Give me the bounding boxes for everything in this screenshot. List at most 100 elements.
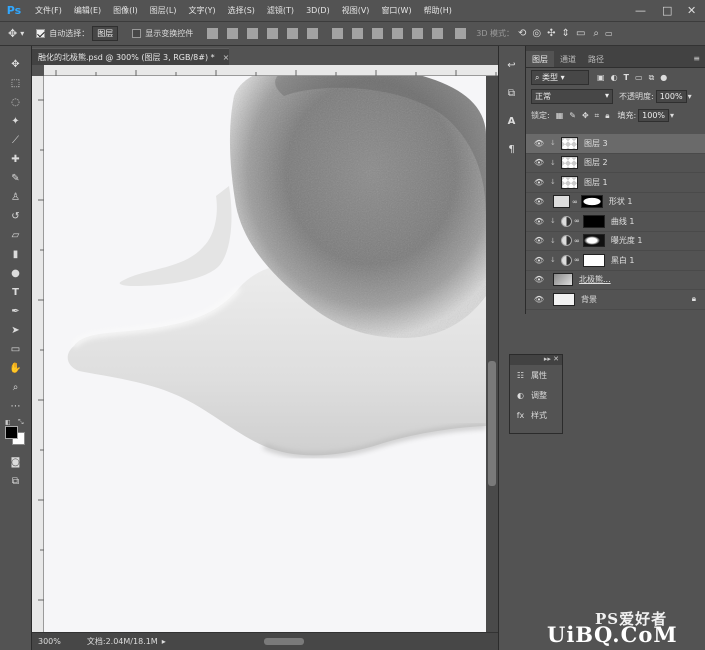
menu-file[interactable]: 文件(F): [29, 5, 68, 16]
lock-image-icon[interactable]: ✎: [569, 111, 576, 120]
visibility-eye-icon[interactable]: 👁︎: [532, 236, 546, 245]
layer-mask-thumbnail[interactable]: [582, 234, 605, 248]
layer-row-layer1[interactable]: 👁︎ ↓ 图层 1: [526, 173, 705, 193]
visibility-eye-icon[interactable]: 👁︎: [532, 158, 546, 167]
search-icon[interactable]: ⌕: [593, 28, 599, 39]
3d-slide-icon[interactable]: ⇕: [562, 28, 570, 39]
blend-mode-dropdown[interactable]: 正常 ▾: [531, 89, 613, 104]
horizontal-scroll-thumb[interactable]: [264, 638, 304, 645]
path-selection-tool-icon[interactable]: ➤: [5, 321, 27, 339]
filter-kind-dropdown[interactable]: ⌕ 类型 ▾: [531, 70, 589, 85]
eraser-tool-icon[interactable]: ▱: [5, 226, 27, 244]
menu-image[interactable]: 图像(I): [107, 5, 144, 16]
actions-panel-icon[interactable]: ⧉: [503, 84, 521, 102]
show-transform-option[interactable]: 显示变换控件: [132, 28, 193, 39]
menu-select[interactable]: 选择(S): [222, 5, 261, 16]
visibility-eye-icon[interactable]: 👁︎: [532, 275, 546, 284]
filter-adjustment-icon[interactable]: ◐: [611, 73, 618, 82]
more-tools-icon[interactable]: ⋯: [5, 397, 27, 415]
3d-roll-icon[interactable]: ◎: [532, 28, 541, 39]
auto-select-option[interactable]: 自动选择： 图层: [36, 26, 119, 41]
3d-pan-icon[interactable]: ✣: [547, 28, 555, 39]
distribute-hcenter-icon[interactable]: [412, 28, 424, 39]
fill-arrow-icon[interactable]: ▾: [670, 111, 674, 120]
3d-scale-icon[interactable]: ▭: [576, 28, 585, 39]
shape-tool-icon[interactable]: ▭: [5, 340, 27, 358]
minimize-button[interactable]: —: [635, 4, 646, 17]
quick-mask-icon[interactable]: ◙: [5, 453, 27, 471]
history-brush-tool-icon[interactable]: ↺: [5, 207, 27, 225]
menu-edit[interactable]: 编辑(E): [68, 5, 107, 16]
filter-shape-icon[interactable]: ▭: [635, 73, 643, 82]
tab-paths[interactable]: 路径: [582, 51, 610, 67]
layer-name[interactable]: 北极熊...: [579, 274, 611, 285]
layer-name[interactable]: 图层 2: [584, 157, 608, 168]
tab-channels[interactable]: 通道: [554, 51, 582, 67]
maximize-button[interactable]: □: [662, 4, 672, 17]
align-vcenter-icon[interactable]: [227, 28, 239, 39]
align-left-icon[interactable]: [267, 28, 279, 39]
layer-name[interactable]: 黑白 1: [611, 255, 635, 266]
close-button[interactable]: ✕: [687, 4, 696, 17]
fill-field[interactable]: 100%: [638, 109, 670, 122]
menu-window[interactable]: 窗口(W): [375, 5, 417, 16]
layer-name[interactable]: 曝光度 1: [611, 235, 643, 246]
lock-all-icon[interactable]: 🔒︎: [605, 111, 609, 121]
zoom-level[interactable]: 300%: [38, 637, 61, 646]
swap-colors-icon[interactable]: ⤡: [18, 418, 24, 427]
align-right-icon[interactable]: [307, 28, 319, 39]
magic-wand-tool-icon[interactable]: ✦: [5, 112, 27, 130]
align-top-icon[interactable]: [207, 28, 219, 39]
document-canvas[interactable]: [44, 76, 486, 632]
distribute-bottom-icon[interactable]: [372, 28, 384, 39]
layer-name[interactable]: 背景: [581, 294, 597, 305]
lock-position-icon[interactable]: ✥: [582, 111, 589, 120]
paragraph-panel-icon[interactable]: ¶: [503, 140, 521, 158]
layer-row-shape1[interactable]: 👁︎ ∞ 形状 1: [526, 193, 705, 212]
lasso-tool-icon[interactable]: ◌: [5, 93, 27, 111]
menu-layer[interactable]: 图层(L): [144, 5, 183, 16]
lock-transparent-icon[interactable]: ▦: [556, 111, 564, 120]
filter-smart-icon[interactable]: ⧉: [649, 73, 655, 83]
vertical-scroll-thumb[interactable]: [488, 361, 496, 486]
layer-row-polarbear[interactable]: 👁︎ 北极熊...: [526, 271, 705, 290]
close-document-icon[interactable]: ×: [223, 53, 230, 62]
move-tool-icon[interactable]: ✥: [8, 27, 17, 40]
menu-type[interactable]: 文字(Y): [182, 5, 221, 16]
character-panel-icon[interactable]: A: [503, 112, 521, 130]
distribute-right-icon[interactable]: [432, 28, 444, 39]
move-tool-icon[interactable]: ✥: [5, 55, 27, 73]
auto-select-checkbox[interactable]: [36, 29, 46, 38]
filter-toggle-icon[interactable]: ●: [660, 73, 667, 82]
visibility-eye-icon[interactable]: 👁︎: [532, 256, 546, 265]
healing-brush-tool-icon[interactable]: ✚: [5, 150, 27, 168]
clone-stamp-tool-icon[interactable]: ♙: [5, 188, 27, 206]
dodge-tool-icon[interactable]: ●: [5, 264, 27, 282]
styles-panel-button[interactable]: fx 样式: [510, 405, 562, 425]
visibility-eye-icon[interactable]: 👁︎: [532, 139, 546, 148]
filter-pixel-icon[interactable]: ▣: [597, 73, 605, 82]
gradient-tool-icon[interactable]: ▮: [5, 245, 27, 263]
zoom-tool-icon[interactable]: ⌕: [5, 378, 27, 396]
show-transform-checkbox[interactable]: [132, 29, 142, 38]
visibility-eye-icon[interactable]: 👁︎: [532, 295, 546, 304]
menu-help[interactable]: 帮助(H): [418, 5, 458, 16]
tab-layers[interactable]: 图层: [526, 51, 554, 67]
layer-row-curves1[interactable]: 👁︎ ↓ ∞ 曲线 1: [526, 212, 705, 232]
distribute-vcenter-icon[interactable]: [352, 28, 364, 39]
vertical-ruler[interactable]: [32, 76, 44, 632]
brush-tool-icon[interactable]: ✎: [5, 169, 27, 187]
link-chain-icon[interactable]: ∞: [574, 237, 580, 245]
layer-row-layer2[interactable]: 👁︎ ↓ 图层 2: [526, 154, 705, 173]
foreground-color-swatch[interactable]: [5, 426, 18, 439]
align-hcenter-icon[interactable]: [287, 28, 299, 39]
visibility-eye-icon[interactable]: 👁︎: [532, 217, 546, 226]
opacity-field[interactable]: 100%: [655, 90, 687, 103]
layer-row-background[interactable]: 👁︎ 背景 🔒︎: [526, 290, 705, 310]
link-chain-icon[interactable]: ∞: [574, 217, 580, 225]
adjustments-panel-button[interactable]: ◐ 调整: [510, 385, 562, 405]
visibility-eye-icon[interactable]: 👁︎: [532, 197, 546, 206]
vertical-scrollbar[interactable]: [486, 76, 498, 632]
layer-row-exposure1[interactable]: 👁︎ ↓ ∞ 曝光度 1: [526, 232, 705, 251]
eyedropper-tool-icon[interactable]: ⟋: [5, 131, 27, 149]
